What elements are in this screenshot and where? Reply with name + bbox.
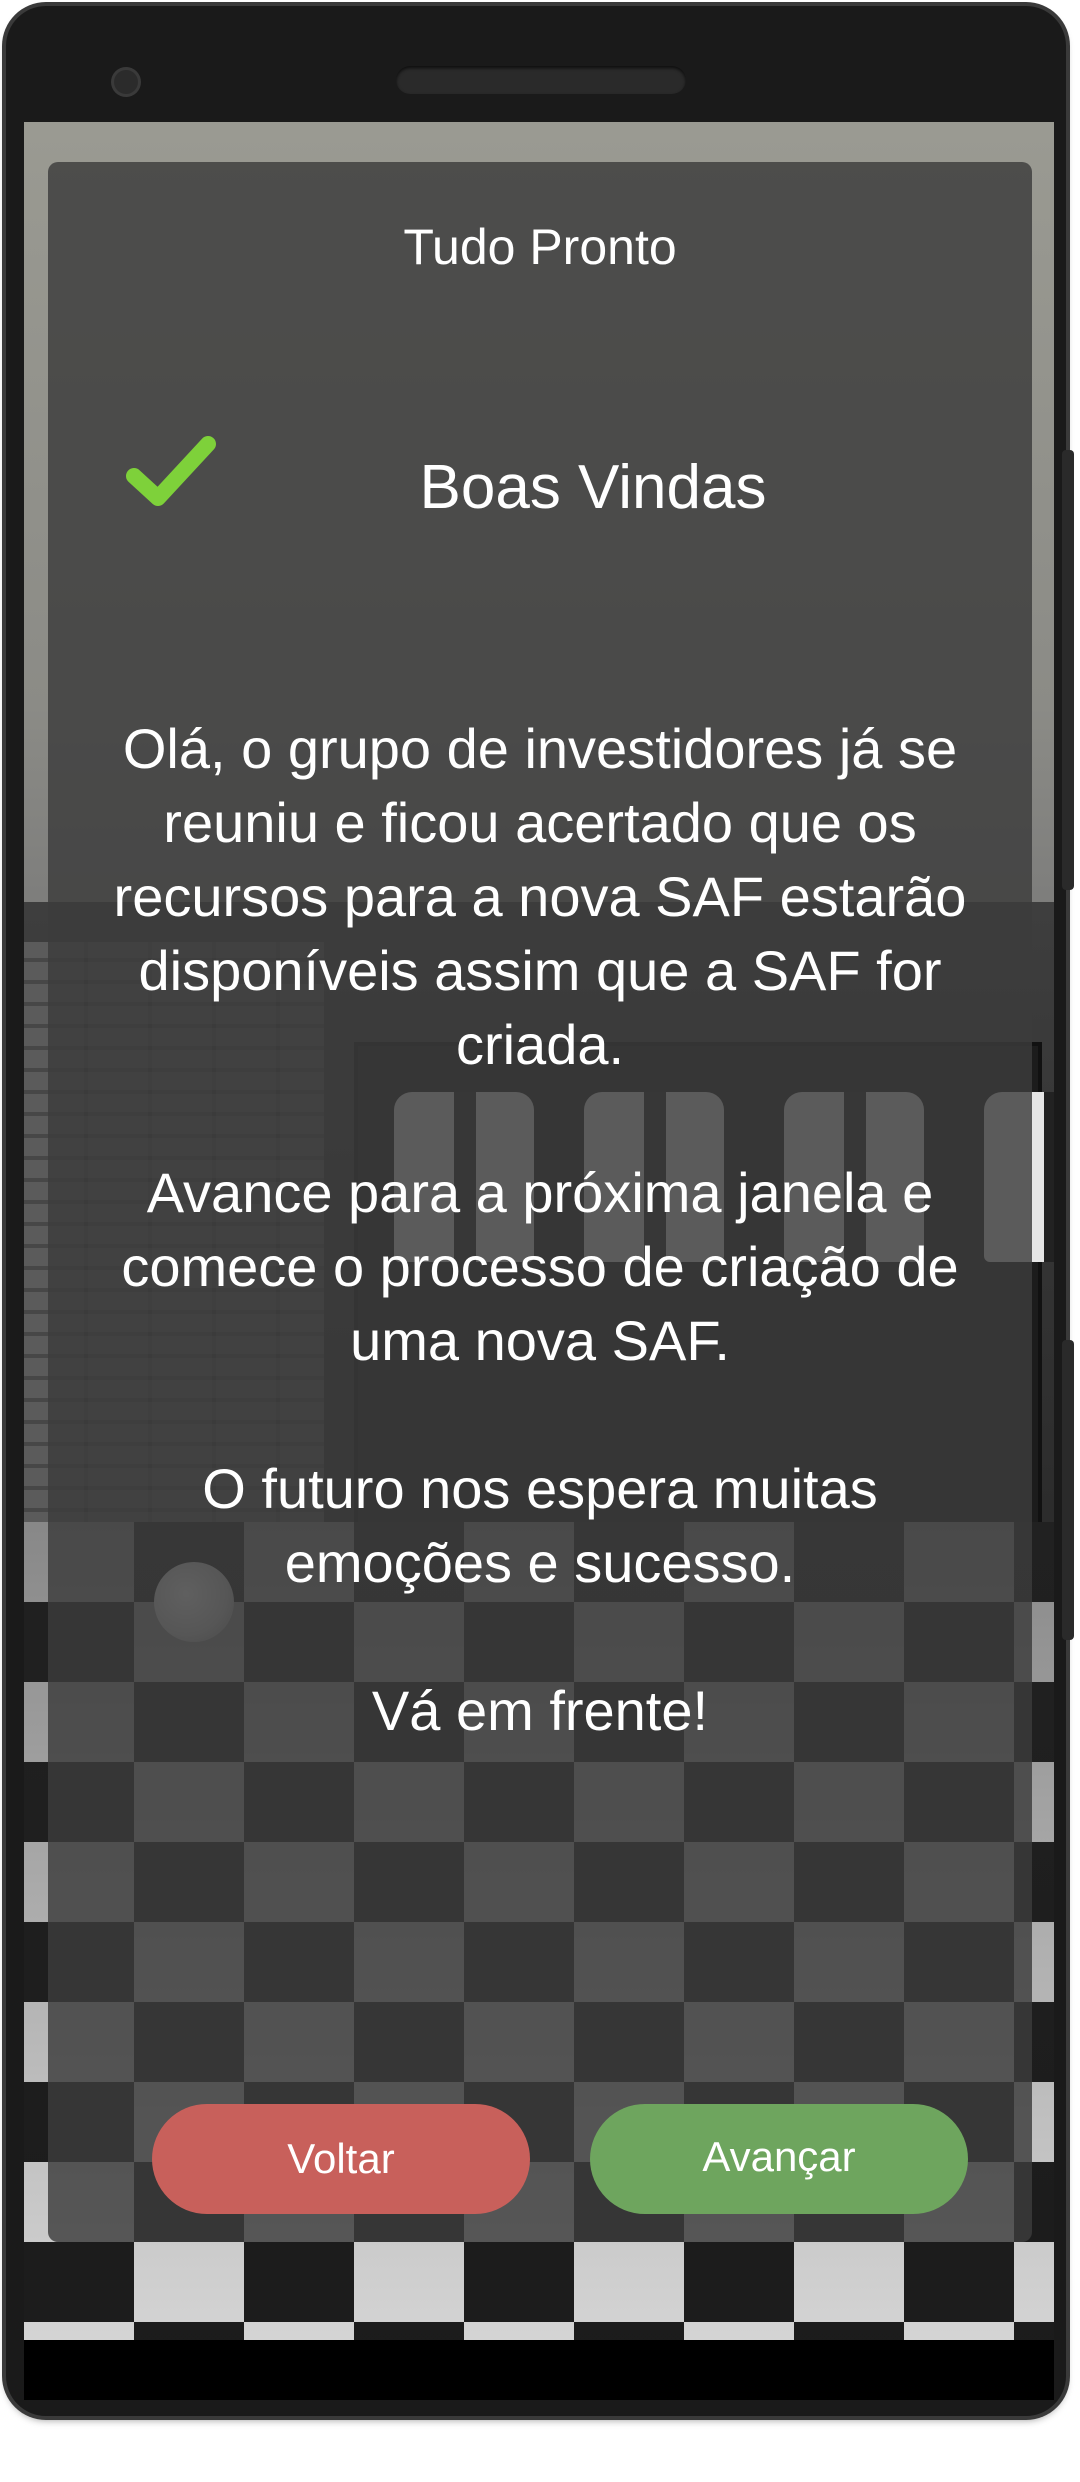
message-body: Olá, o grupo de investidores já se reuni… (88, 712, 992, 1822)
bottom-bezel (24, 2340, 1054, 2400)
app-screen: Tudo Pronto Boas Vindas Olá, o grupo de … (24, 122, 1054, 2340)
message-paragraph: Olá, o grupo de investidores já se reuni… (113, 717, 967, 1076)
message-paragraph: Vá em frente! (371, 1679, 709, 1742)
message-paragraph: O futuro nos espera muitas emoções e suc… (202, 1457, 878, 1594)
next-button[interactable]: Avançar (590, 2104, 968, 2214)
front-camera (114, 70, 138, 94)
back-button[interactable]: Voltar (152, 2104, 530, 2214)
side-button-lower (1062, 1340, 1074, 1640)
dialog-title: Tudo Pronto (403, 219, 677, 275)
welcome-dialog: Tudo Pronto Boas Vindas Olá, o grupo de … (48, 162, 1032, 2242)
headline: Boas Vindas (419, 453, 767, 522)
side-button-upper (1062, 450, 1074, 890)
check-icon (126, 436, 216, 506)
message-paragraph: Avance para a próxima janela e comece o … (121, 1161, 959, 1372)
earpiece-speaker (396, 66, 686, 94)
